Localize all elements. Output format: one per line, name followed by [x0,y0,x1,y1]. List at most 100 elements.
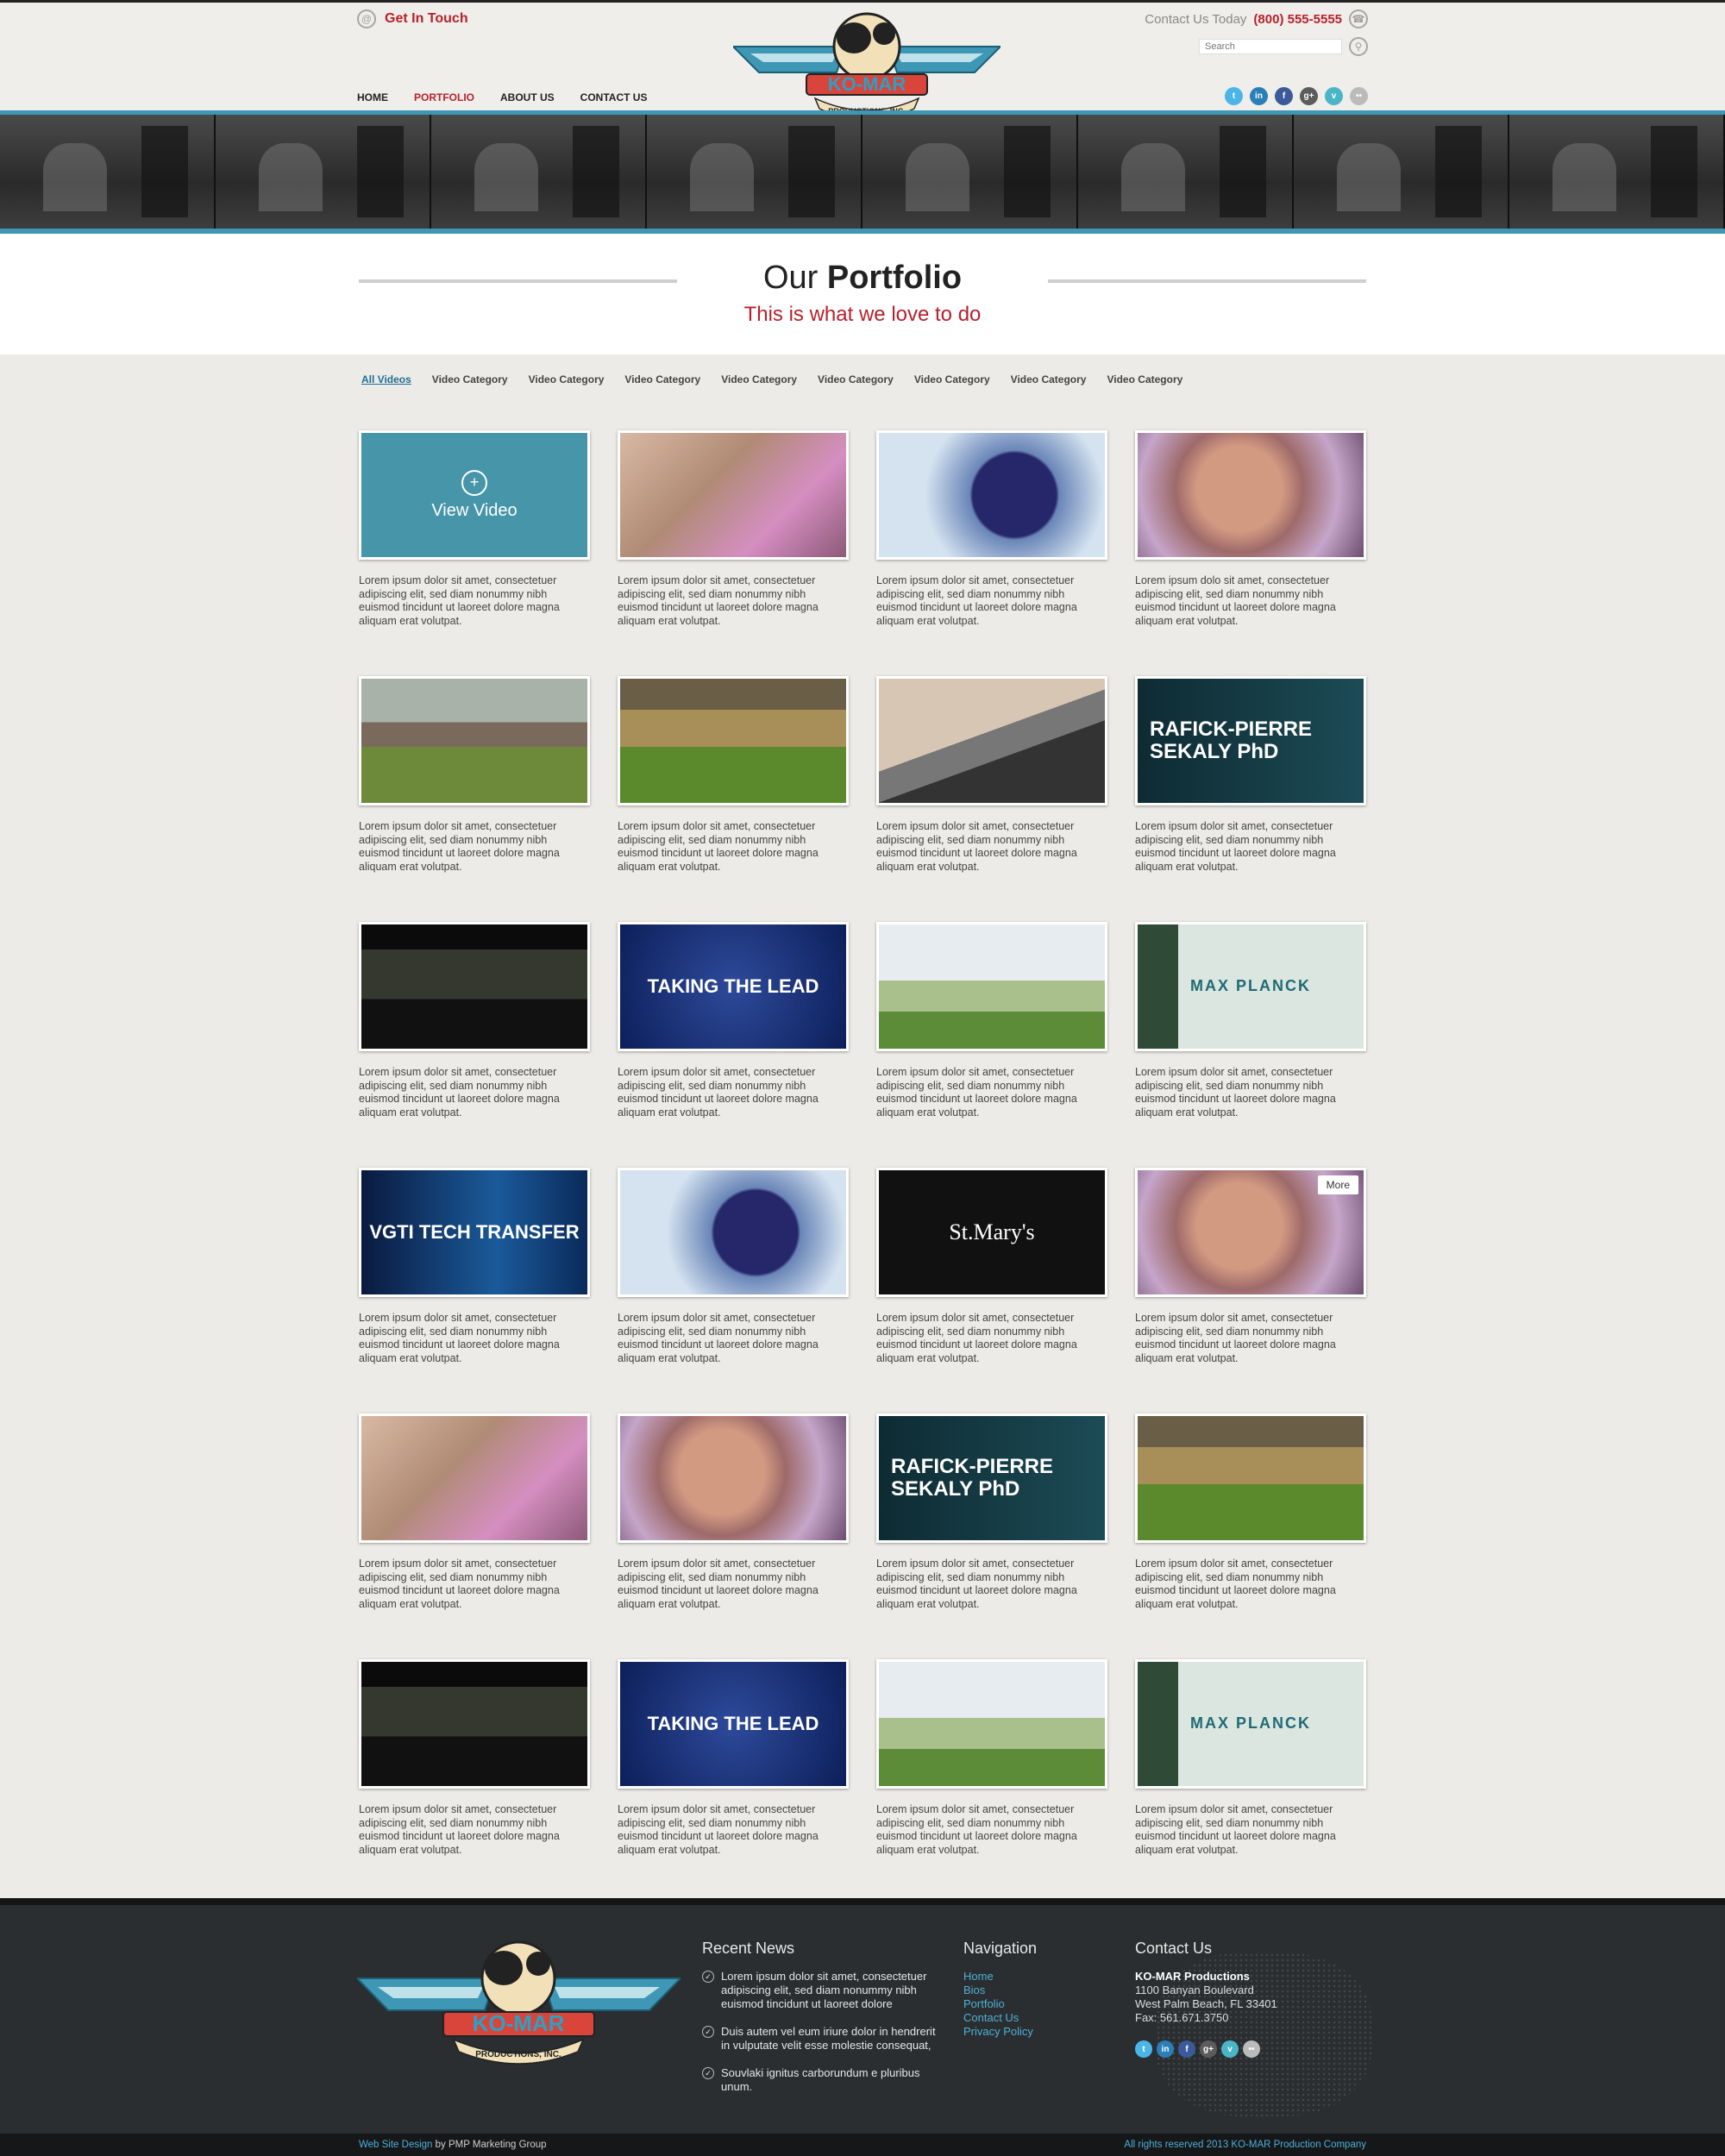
footer-nav-home[interactable]: Home [963,1970,1037,1984]
video-description: Lorem ipsum dolor sit amet, consectetuer… [359,1557,560,1610]
video-thumbnail[interactable] [359,1413,590,1543]
search-icon[interactable]: ⚲ [1349,37,1368,56]
portfolio-item: VGTI TECH TRANSFER Lorem ipsum dolor sit … [359,1168,590,1413]
fax-number: Fax: 561.671.3750 [1135,2011,1229,2024]
portfolio-item: Lorem ipsum dolor sit amet, consectetuer… [359,1659,590,1905]
video-thumbnail[interactable]: MAX PLANCK [1135,922,1366,1051]
nav-item-home[interactable]: HOME [357,91,388,103]
video-thumbnail[interactable] [359,1659,590,1789]
video-thumbnail[interactable] [618,1413,849,1543]
video-thumbnail[interactable]: RAFICK-PIERRE SEKALY PhD [1135,676,1366,805]
portfolio-item: Lorem ipsum dolor sit amet, consectetuer… [618,1413,849,1659]
news-item[interactable]: ✓ Lorem ipsum dolor sit amet, consectetue… [702,1970,944,2011]
more-button[interactable]: More [1317,1175,1358,1194]
footer-nav-contact-us[interactable]: Contact Us [963,2011,1037,2025]
video-description: Lorem ipsum dolor sit amet, consectetuer… [876,1066,1077,1119]
phone-number[interactable]: (800) 555-5555 [1253,12,1342,27]
filter-video-category[interactable]: Video Category [818,373,894,385]
nav-item-contact-us[interactable]: CONTACT US [580,91,648,103]
search-input[interactable] [1199,39,1342,54]
twitter-icon[interactable]: t [1225,87,1243,105]
filter-video-category[interactable]: Video Category [914,373,990,385]
video-thumbnail[interactable]: RAFICK-PIERRE SEKALY PhD [876,1413,1107,1543]
video-thumbnail[interactable]: MAX PLANCK [1135,1659,1366,1789]
video-thumbnail[interactable] [876,430,1107,560]
video-thumbnail[interactable] [1135,430,1366,560]
video-thumbnail[interactable] [359,676,590,805]
view-video-label[interactable]: View Video [431,501,517,521]
video-thumbnail[interactable]: + View Video [359,430,590,560]
footer-nav-privacy-policy[interactable]: Privacy Policy [963,2025,1037,2039]
news-item[interactable]: ✓ Duis autem vel eum iriure dolor in hend… [702,2025,944,2053]
portfolio-item: + View Video Lorem ipsum dolor sit amet, c… [359,430,590,676]
credit-link[interactable]: Web Site Design [359,2140,432,2150]
company-name: KO-MAR Productions [1135,1970,1250,1983]
filter-video-category[interactable]: Video Category [624,373,700,385]
linkedin-icon[interactable]: in [1157,2040,1174,2058]
get-in-touch-link[interactable]: @ Get In Touch [357,9,468,28]
video-description: Lorem ipsum dolo sit amet, consectetuer … [1135,574,1336,627]
video-thumbnail[interactable] [1135,1413,1366,1543]
filter-video-category[interactable]: Video Category [1011,373,1087,385]
video-thumbnail[interactable] [618,676,849,805]
nav-item-portfolio[interactable]: PORTFOLIO [414,91,474,103]
video-description: Lorem ipsum dolor sit amet, consectetuer… [359,820,560,873]
phone-icon: ☎ [1349,9,1368,28]
thumbnail-title: TAKING THE LEAD [647,1712,819,1734]
flickr-icon[interactable]: •• [1350,87,1368,105]
video-thumbnail[interactable] [876,676,1107,805]
facebook-icon[interactable]: f [1275,87,1293,105]
linkedin-icon[interactable]: in [1250,87,1268,105]
video-description: Lorem ipsum dolor sit amet, consectetuer… [359,1066,560,1119]
video-description: Lorem ipsum dolor sit amet, consectetuer… [618,820,819,873]
filter-all-videos[interactable]: All Videos [361,373,411,385]
play-icon[interactable]: + [461,469,487,496]
portfolio-item: Lorem ipsum dolor sit amet, consectetuer… [359,676,590,922]
nav-item-about-us[interactable]: ABOUT US [500,91,555,103]
flickr-icon[interactable]: •• [1243,2040,1260,2058]
video-thumbnail[interactable]: More [1135,1168,1366,1297]
video-thumbnail[interactable]: TAKING THE LEAD [618,1659,849,1789]
facebook-icon[interactable]: f [1178,2040,1195,2058]
googleplus-icon[interactable]: g+ [1300,87,1318,105]
video-description: Lorem ipsum dolor sit amet, consectetuer… [618,574,819,627]
portfolio-item: Lorem ipsum dolor sit amet, consectetuer… [618,430,849,676]
logo-name: KO-MAR [828,73,906,95]
filter-video-category[interactable]: Video Category [529,373,605,385]
page-title-bold: Portfolio [826,260,963,296]
video-thumbnail[interactable]: St.Mary's [876,1168,1107,1297]
video-thumbnail[interactable] [618,430,849,560]
vimeo-icon[interactable]: v [1325,87,1343,105]
credit-company[interactable]: PMP Marketing Group [448,2140,547,2150]
filter-video-category[interactable]: Video Category [721,373,797,385]
news-item[interactable]: ✓ Souvlaki ignitus carborundum e pluribus… [702,2066,944,2094]
footer-komar-logo[interactable]: KO-MAR PRODUCTIONS, INC. [357,1940,681,2069]
thumbnail-title: MAX PLANCK [1190,1714,1311,1733]
footer-logo-name: KO-MAR [473,2010,565,2036]
video-description: Lorem ipsum dolor sit amet, consectetuer… [1135,1312,1336,1364]
twitter-icon[interactable]: t [1135,2040,1152,2058]
check-circle-icon: ✓ [702,2026,714,2038]
footer-nav-bios[interactable]: Bios [963,1984,1037,1997]
thumbnail-title: RAFICK-PIERRE SEKALY PhD [891,1454,1054,1501]
video-description: Lorem ipsum dolor sit amet, consectetuer… [359,1312,560,1364]
video-description: Lorem ipsum dolor sit amet, consectetuer… [1135,1803,1336,1856]
banner-photo [1078,115,1294,229]
video-thumbnail[interactable] [876,922,1107,1051]
video-thumbnail[interactable] [876,1659,1107,1789]
news-text: Souvlaki ignitus carborundum e pluribus … [721,2066,920,2093]
footer-nav-portfolio[interactable]: Portfolio [963,1997,1037,2011]
video-thumbnail[interactable]: TAKING THE LEAD [618,922,849,1051]
video-thumbnail[interactable] [618,1168,849,1297]
filter-video-category[interactable]: Video Category [1107,373,1182,385]
filter-video-category[interactable]: Video Category [432,373,508,385]
portfolio-item: MAX PLANCK Lorem ipsum dolor sit amet, co… [1135,1659,1366,1905]
vimeo-icon[interactable]: v [1221,2040,1239,2058]
site-credit: Web Site Design by PMP Marketing Group [359,2140,547,2150]
googleplus-icon[interactable]: g+ [1200,2040,1217,2058]
page-subtitle: This is what we love to do [743,303,982,326]
video-thumbnail[interactable] [359,922,590,1051]
video-thumbnail[interactable]: VGTI TECH TRANSFER [359,1168,590,1297]
footer-logo-tagline: PRODUCTIONS, INC. [475,2050,561,2059]
recent-news: Recent News ✓ Lorem ipsum dolor sit amet,… [702,1940,944,2108]
